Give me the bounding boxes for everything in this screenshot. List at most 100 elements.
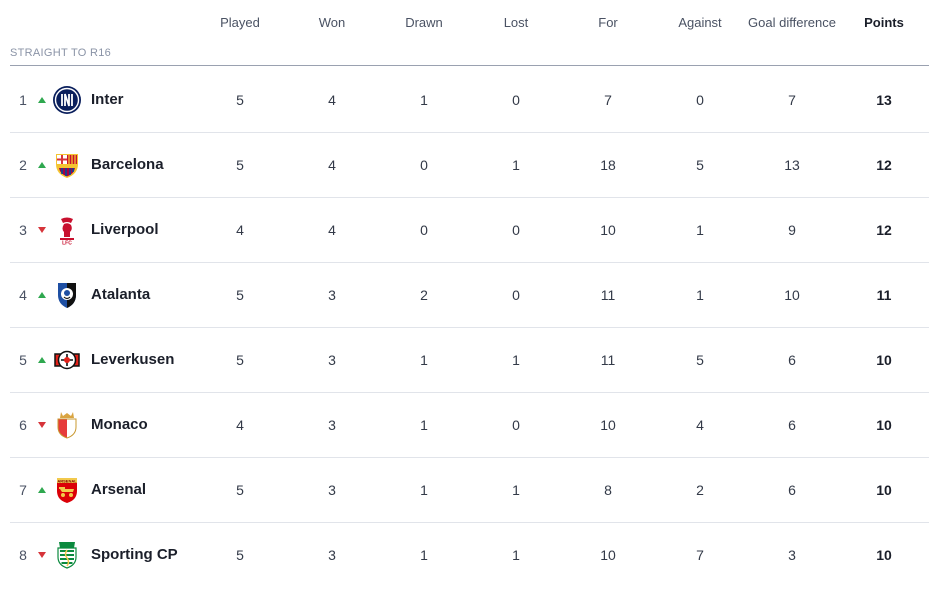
points-value: 10	[876, 482, 892, 498]
for-value: 11	[600, 287, 616, 303]
team-name[interactable]: Liverpool	[91, 221, 159, 238]
against-value: 2	[696, 482, 704, 498]
points-value: 11	[876, 287, 892, 303]
played-value: 5	[236, 287, 244, 303]
goal-difference-value: 3	[788, 547, 796, 563]
against-value: 1	[696, 222, 704, 238]
liverpool-crest-icon: LFC	[52, 215, 82, 245]
team-name[interactable]: Monaco	[91, 416, 148, 433]
section-label: STRAIGHT TO R16	[10, 47, 112, 59]
table-row-6[interactable]: 6 Monaco 4 3 1 0 10 4 6 10	[10, 393, 929, 458]
goal-difference-value: 10	[784, 287, 800, 303]
points-value: 12	[876, 157, 892, 173]
against-value: 5	[696, 352, 704, 368]
header-drawn[interactable]: Drawn	[378, 15, 470, 30]
won-value: 4	[328, 222, 336, 238]
header-lost[interactable]: Lost	[470, 15, 562, 30]
won-value: 4	[328, 92, 336, 108]
lost-value: 1	[512, 482, 520, 498]
played-value: 5	[236, 547, 244, 563]
lost-value: 0	[512, 417, 520, 433]
inter-crest-icon	[52, 85, 82, 115]
drawn-value: 1	[420, 547, 428, 563]
goal-difference-value: 9	[788, 222, 796, 238]
table-row-4[interactable]: 4 Atalanta 5 3 2 0 11 1 10 11	[10, 263, 929, 328]
for-value: 7	[604, 92, 612, 108]
trend-down-icon	[38, 552, 46, 558]
drawn-value: 0	[420, 157, 428, 173]
trend-up-icon	[38, 292, 46, 298]
against-value: 7	[696, 547, 704, 563]
position-number: 4	[19, 287, 27, 303]
played-value: 5	[236, 352, 244, 368]
lost-value: 1	[512, 547, 520, 563]
against-value: 5	[696, 157, 704, 173]
standings-header: Played Won Drawn Lost For Against Goal d…	[0, 0, 929, 44]
position-number: 3	[19, 222, 27, 238]
for-value: 8	[604, 482, 612, 498]
against-value: 4	[696, 417, 704, 433]
table-row-7[interactable]: 7 ARSENAL Arsenal 5 3 1 1 8 2 6 10	[10, 458, 929, 523]
table-row-2[interactable]: 2 Barcelona 5 4 0 1 18 5 13 12	[10, 133, 929, 198]
played-value: 4	[236, 417, 244, 433]
table-row-8[interactable]: 8 Sporting CP 5 3 1 1 10 7 3 10	[10, 523, 929, 587]
played-value: 5	[236, 157, 244, 173]
drawn-value: 1	[420, 352, 428, 368]
team-name[interactable]: Barcelona	[91, 156, 164, 173]
drawn-value: 1	[420, 417, 428, 433]
svg-text:ARSENAL: ARSENAL	[57, 478, 77, 483]
for-value: 18	[600, 157, 616, 173]
against-value: 0	[696, 92, 704, 108]
leverkusen-crest-icon	[52, 345, 82, 375]
monaco-crest-icon	[52, 410, 82, 440]
points-value: 10	[876, 547, 892, 563]
table-row-5[interactable]: 5 Leverkusen 5 3 1 1 11 5 6 10	[10, 328, 929, 393]
for-value: 10	[600, 222, 616, 238]
trend-down-icon	[38, 227, 46, 233]
won-value: 3	[328, 482, 336, 498]
played-value: 5	[236, 92, 244, 108]
team-name[interactable]: Atalanta	[91, 286, 150, 303]
header-for[interactable]: For	[562, 15, 654, 30]
won-value: 3	[328, 352, 336, 368]
played-value: 5	[236, 482, 244, 498]
team-name[interactable]: Inter	[91, 91, 124, 108]
lost-value: 0	[512, 222, 520, 238]
drawn-value: 1	[420, 92, 428, 108]
position-number: 5	[19, 352, 27, 368]
atalanta-crest-icon	[52, 280, 82, 310]
goal-difference-value: 6	[788, 482, 796, 498]
lost-value: 0	[512, 92, 520, 108]
lost-value: 0	[512, 287, 520, 303]
points-value: 10	[876, 417, 892, 433]
team-name[interactable]: Arsenal	[91, 481, 146, 498]
table-row-1[interactable]: 1 Inter 5 4 1 0 7 0 7 13	[10, 68, 929, 133]
barcelona-crest-icon	[52, 150, 82, 180]
for-value: 10	[600, 547, 616, 563]
table-row-3[interactable]: 3 LFC Liverpool 4 4 0 0 10 1 9 12	[10, 198, 929, 263]
for-value: 11	[600, 352, 616, 368]
header-goal-difference[interactable]: Goal difference	[732, 15, 852, 30]
team-name[interactable]: Leverkusen	[91, 351, 174, 368]
header-played[interactable]: Played	[194, 15, 286, 30]
goal-difference-value: 7	[788, 92, 796, 108]
header-won[interactable]: Won	[286, 15, 378, 30]
header-points[interactable]: Points	[838, 15, 929, 30]
svg-text:LFC: LFC	[62, 241, 72, 246]
trend-down-icon	[38, 422, 46, 428]
trend-up-icon	[38, 162, 46, 168]
points-value: 10	[876, 352, 892, 368]
position-number: 6	[19, 417, 27, 433]
position-number: 8	[19, 547, 27, 563]
standings-table: 1 Inter 5 4 1 0 7 0 7 13 2 Barcelona 5 4…	[10, 68, 929, 587]
won-value: 4	[328, 157, 336, 173]
drawn-value: 0	[420, 222, 428, 238]
goal-difference-value: 6	[788, 352, 796, 368]
won-value: 3	[328, 547, 336, 563]
position-number: 1	[19, 92, 27, 108]
team-name[interactable]: Sporting CP	[91, 546, 178, 563]
section-divider	[10, 65, 929, 66]
trend-up-icon	[38, 357, 46, 363]
points-value: 13	[876, 92, 892, 108]
won-value: 3	[328, 287, 336, 303]
